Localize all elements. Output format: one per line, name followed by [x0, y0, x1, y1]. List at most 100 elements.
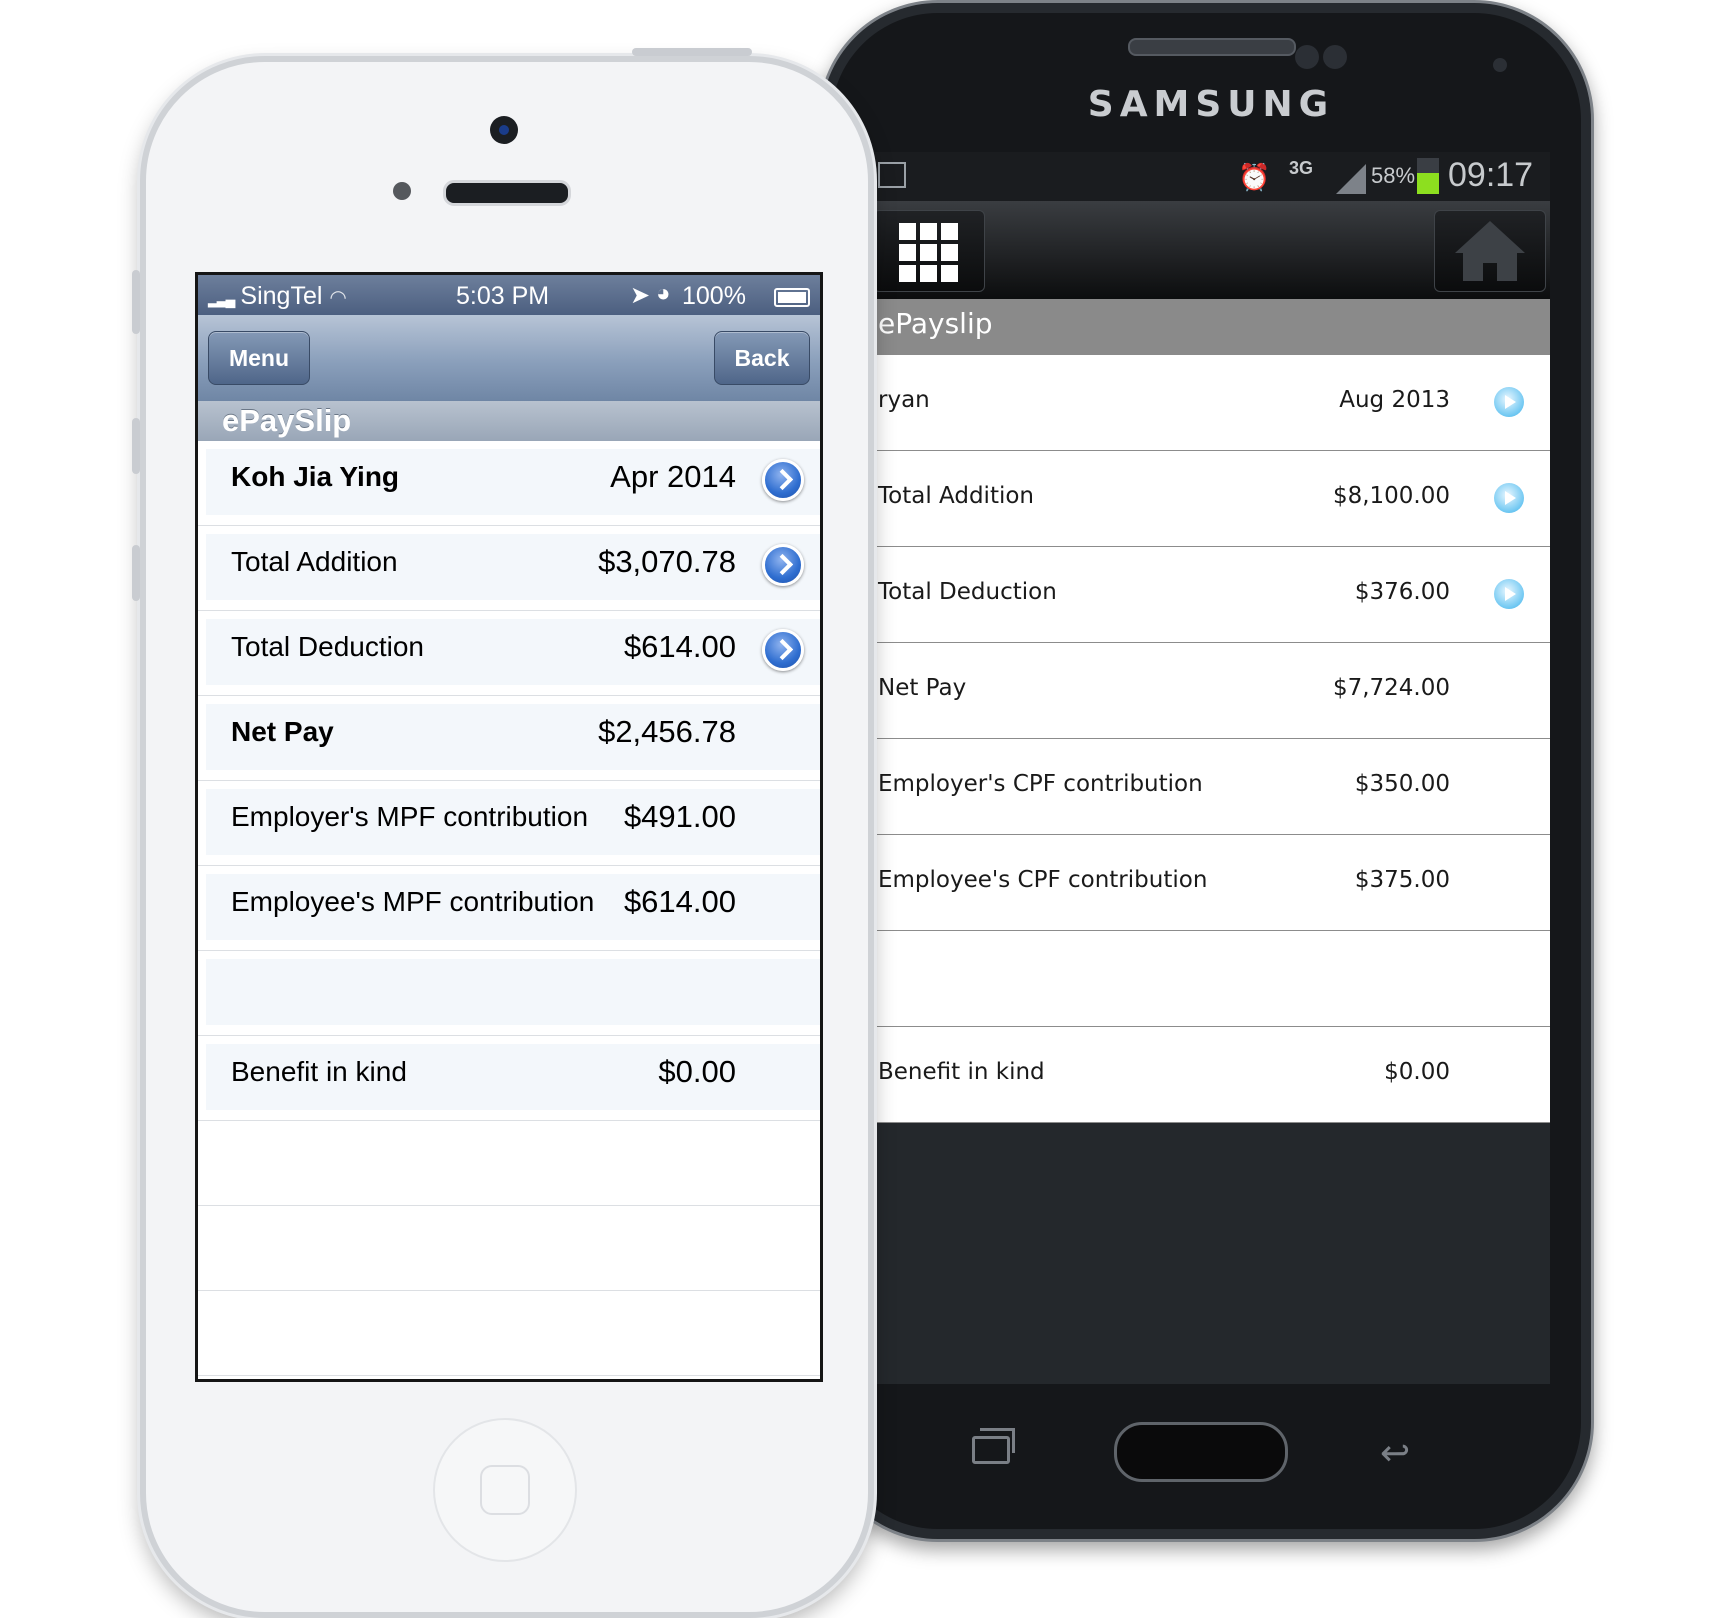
row-label: Total Addition	[878, 483, 1035, 509]
carrier-label: SingTel	[240, 282, 323, 310]
carrier-name: ▂▃▄ SingTel ◠	[208, 282, 347, 311]
disclosure-arrow-icon[interactable]	[762, 629, 804, 671]
row-label: Benefit in kind	[878, 1059, 1045, 1085]
samsung-app-bar	[868, 201, 1550, 299]
list-item: Employee's MPF contribution $614.00	[198, 866, 820, 951]
page-title: ePaySlip	[222, 403, 352, 438]
mute-switch	[132, 270, 140, 334]
empty-row	[198, 1291, 820, 1376]
grid-icon	[899, 223, 959, 283]
row-label: Net Pay	[878, 675, 967, 701]
samsung-screen: ⏰ 3G 58% 09:17 ePayslip ryan Aug 2013 Tota…	[868, 152, 1550, 1384]
network-type: 3G	[1289, 158, 1314, 178]
list-item: Employer's CPF contribution $350.00	[868, 739, 1550, 835]
signal-icon	[1336, 164, 1366, 194]
samsung-sensor	[1323, 45, 1347, 69]
iphone-status-bar: ▂▃▄ SingTel ◠ 5:03 PM ➤ ◕ 100%	[198, 275, 820, 315]
volume-down-button	[132, 545, 140, 601]
list-item	[198, 951, 820, 1036]
row-label: Employer's CPF contribution	[878, 771, 1203, 797]
list-item[interactable]: Total Addition $8,100.00	[868, 451, 1550, 547]
list-item[interactable]: Total Deduction $376.00	[868, 547, 1550, 643]
row-value: $2,456.78	[598, 714, 736, 749]
samsung-speaker	[1128, 38, 1296, 56]
row-label: Koh Jia Ying	[231, 461, 400, 492]
samsung-brand-logo: SAMSUNG	[1087, 84, 1335, 125]
lock-rotation-icon: ◕	[656, 280, 671, 307]
alarm-icon: ⏰	[1238, 162, 1271, 192]
row-value: Aug 2013	[1339, 387, 1450, 413]
list-item	[868, 931, 1550, 1027]
list-item[interactable]: Koh Jia Ying Apr 2014	[198, 441, 820, 526]
list-item: Employee's CPF contribution $375.00	[868, 835, 1550, 931]
samsung-status-bar: ⏰ 3G 58% 09:17	[868, 152, 1550, 201]
power-button	[632, 48, 752, 56]
back-arrow-icon[interactable]: ↩	[1380, 1432, 1410, 1474]
home-button[interactable]	[1434, 210, 1546, 292]
signal-bars-icon: ▂▃▄	[208, 291, 235, 307]
battery-icon	[774, 288, 810, 307]
row-value: $614.00	[623, 884, 736, 919]
play-arrow-icon[interactable]	[1494, 579, 1524, 609]
list-item: Benefit in kind $0.00	[198, 1036, 820, 1121]
row-label: Benefit in kind	[231, 1056, 407, 1087]
empty-row	[198, 1121, 820, 1206]
payslip-list: ryan Aug 2013 Total Addition $8,100.00 Total…	[868, 355, 1550, 1123]
row-value: $0.00	[1384, 1059, 1450, 1085]
battery-icon	[1417, 158, 1439, 194]
row-label: ryan	[878, 387, 930, 413]
play-arrow-icon[interactable]	[1494, 387, 1524, 417]
row-label: Employee's CPF contribution	[878, 867, 1208, 893]
disclosure-arrow-icon[interactable]	[762, 544, 804, 586]
list-item: Employer's MPF contribution $491.00	[198, 781, 820, 866]
list-item[interactable]: ryan Aug 2013	[868, 355, 1550, 451]
list-item: Net Pay $7,724.00	[868, 643, 1550, 739]
row-value: $350.00	[1354, 771, 1450, 797]
row-value: $491.00	[623, 799, 736, 834]
payslip-list: Koh Jia Ying Apr 2014 Total Addition $3,070…	[198, 441, 820, 1376]
row-label: Total Deduction	[231, 631, 425, 662]
list-item: Benefit in kind $0.00	[868, 1027, 1550, 1123]
list-item: Net Pay $2,456.78	[198, 696, 820, 781]
iphone-nav-bar: Menu Back	[198, 315, 820, 402]
row-value: Apr 2014	[610, 459, 736, 494]
empty-row	[198, 1206, 820, 1291]
disclosure-arrow-icon[interactable]	[762, 459, 804, 501]
iphone-front-camera	[490, 116, 518, 144]
play-arrow-icon[interactable]	[1494, 483, 1524, 513]
samsung-title-bar: ePayslip	[868, 299, 1550, 355]
row-value: $3,070.78	[598, 544, 736, 579]
menu-button[interactable]: Menu	[208, 331, 310, 385]
location-icon: ➤	[630, 282, 651, 309]
row-label: Total Addition	[231, 546, 398, 577]
wifi-icon: ◠	[329, 287, 347, 309]
apps-grid-button[interactable]	[873, 210, 985, 292]
samsung-sensor	[1295, 45, 1319, 69]
list-item[interactable]: Total Addition $3,070.78	[198, 526, 820, 611]
list-item[interactable]: Total Deduction $614.00	[198, 611, 820, 696]
status-clock: 09:17	[1448, 156, 1534, 194]
row-value: $376.00	[1354, 579, 1450, 605]
home-icon	[1455, 221, 1525, 281]
iphone-home-button[interactable]	[433, 1418, 577, 1562]
row-value: $375.00	[1354, 867, 1450, 893]
iphone-screen: ▂▃▄ SingTel ◠ 5:03 PM ➤ ◕ 100% Menu Back…	[195, 272, 823, 1382]
battery-percent: 100%	[682, 282, 746, 310]
row-value: $614.00	[623, 629, 736, 664]
samsung-front-camera	[1493, 58, 1507, 72]
battery-percent: 58%	[1371, 163, 1416, 188]
recent-apps-button[interactable]	[972, 1436, 1010, 1464]
samsung-home-key[interactable]	[1114, 1422, 1288, 1482]
gallery-notification-icon	[878, 162, 906, 188]
row-value: $0.00	[658, 1054, 736, 1089]
row-label: Employer's MPF contribution	[231, 801, 589, 832]
volume-up-button	[132, 418, 140, 474]
iphone-sensor	[393, 182, 411, 200]
iphone-earpiece	[443, 180, 571, 206]
page-title: ePayslip	[878, 307, 993, 340]
back-button[interactable]: Back	[714, 331, 810, 385]
row-value: $7,724.00	[1332, 675, 1450, 701]
iphone-title-bar: ePaySlip	[198, 401, 820, 441]
row-value: $8,100.00	[1332, 483, 1450, 509]
row-card	[206, 959, 820, 1025]
